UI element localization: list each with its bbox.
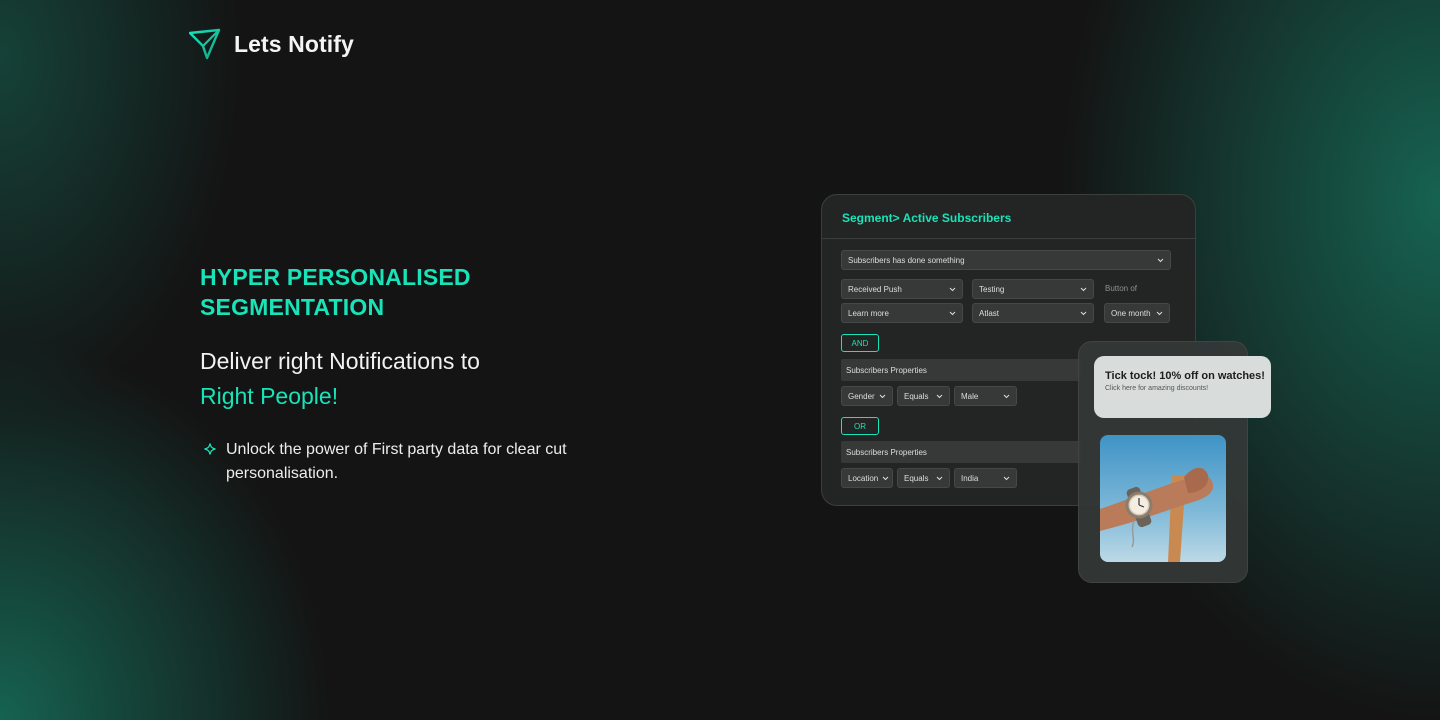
group1-operator-value: Equals: [904, 391, 929, 401]
wristwatch-photo: [1100, 435, 1226, 562]
chevron-down-icon: [1156, 311, 1163, 315]
group1-property-value: Gender: [848, 391, 875, 401]
group1-operator-select[interactable]: Equals: [897, 386, 950, 406]
chevron-down-icon: [1157, 258, 1164, 262]
headline-line-2: Right People!: [200, 383, 339, 409]
event-type-value: Received Push: [848, 284, 902, 294]
notification-subtitle: Click here for amazing discounts!: [1105, 385, 1209, 392]
group1-property-select[interactable]: Gender: [841, 386, 893, 406]
chevron-down-icon: [949, 311, 956, 315]
notification-title: Tick tock! 10% off on watches!: [1105, 370, 1265, 382]
card-header: Segment> Active Subscribers: [822, 195, 1195, 239]
frequency-select[interactable]: Atlast: [972, 303, 1094, 323]
chevron-down-icon: [879, 394, 886, 398]
group2-property-select[interactable]: Location: [841, 468, 893, 488]
group2-value: India: [961, 473, 979, 483]
group1-value-select[interactable]: Male: [954, 386, 1017, 406]
group2-operator-select[interactable]: Equals: [897, 468, 950, 488]
paper-plane-icon: [189, 28, 221, 60]
and-operator-button[interactable]: AND: [841, 334, 879, 352]
eyebrow-line-2: SEGMENTATION: [200, 294, 385, 320]
brand-name: Lets Notify: [234, 30, 354, 57]
headline-line-1: Deliver right Notifications to: [200, 348, 480, 374]
group2-value-select[interactable]: India: [954, 468, 1017, 488]
period-select[interactable]: One month: [1104, 303, 1170, 323]
button-of-label: Button of: [1105, 284, 1138, 293]
button-select[interactable]: Learn more: [841, 303, 963, 323]
feature-bullet: Unlock the power of First party data for…: [204, 438, 620, 486]
watch-illustration: [1100, 435, 1226, 562]
segment-title: Segment> Active Subscribers: [842, 211, 1012, 225]
group1-title: Subscribers Properties: [841, 359, 1081, 381]
group2-property-value: Location: [848, 473, 879, 483]
chevron-down-icon: [936, 476, 943, 480]
push-notification[interactable]: Tick tock! 10% off on watches! Click her…: [1094, 356, 1271, 418]
group2-operator-value: Equals: [904, 473, 929, 483]
sparkle-icon: [204, 443, 216, 455]
chevron-down-icon: [1003, 394, 1010, 398]
brand-logo[interactable]: Lets Notify: [189, 28, 354, 60]
frequency-value: Atlast: [979, 308, 1000, 318]
feature-bullet-text: Unlock the power of First party data for…: [226, 441, 567, 482]
event-type-select[interactable]: Received Push: [841, 279, 963, 299]
chevron-down-icon: [1003, 476, 1010, 480]
chevron-down-icon: [882, 476, 889, 480]
event-select-value: Subscribers has done something: [848, 255, 965, 265]
eyebrow-line-1: HYPER PERSONALISED: [200, 264, 471, 290]
group2-title: Subscribers Properties: [841, 441, 1081, 463]
button-value: Learn more: [848, 308, 889, 318]
chevron-down-icon: [1080, 311, 1087, 315]
hero-headline: Deliver right Notifications to Right Peo…: [200, 344, 620, 414]
or-operator-button[interactable]: OR: [841, 417, 879, 435]
event-select[interactable]: Subscribers has done something: [841, 250, 1171, 270]
chevron-down-icon: [936, 394, 943, 398]
group1-value: Male: [961, 391, 979, 401]
campaign-value: Testing: [979, 284, 1005, 294]
hero-eyebrow: HYPER PERSONALISED SEGMENTATION: [200, 262, 620, 322]
period-value: One month: [1111, 308, 1151, 318]
hero-section: HYPER PERSONALISED SEGMENTATION Deliver …: [200, 262, 620, 486]
chevron-down-icon: [1080, 287, 1087, 291]
campaign-select[interactable]: Testing: [972, 279, 1094, 299]
chevron-down-icon: [949, 287, 956, 291]
